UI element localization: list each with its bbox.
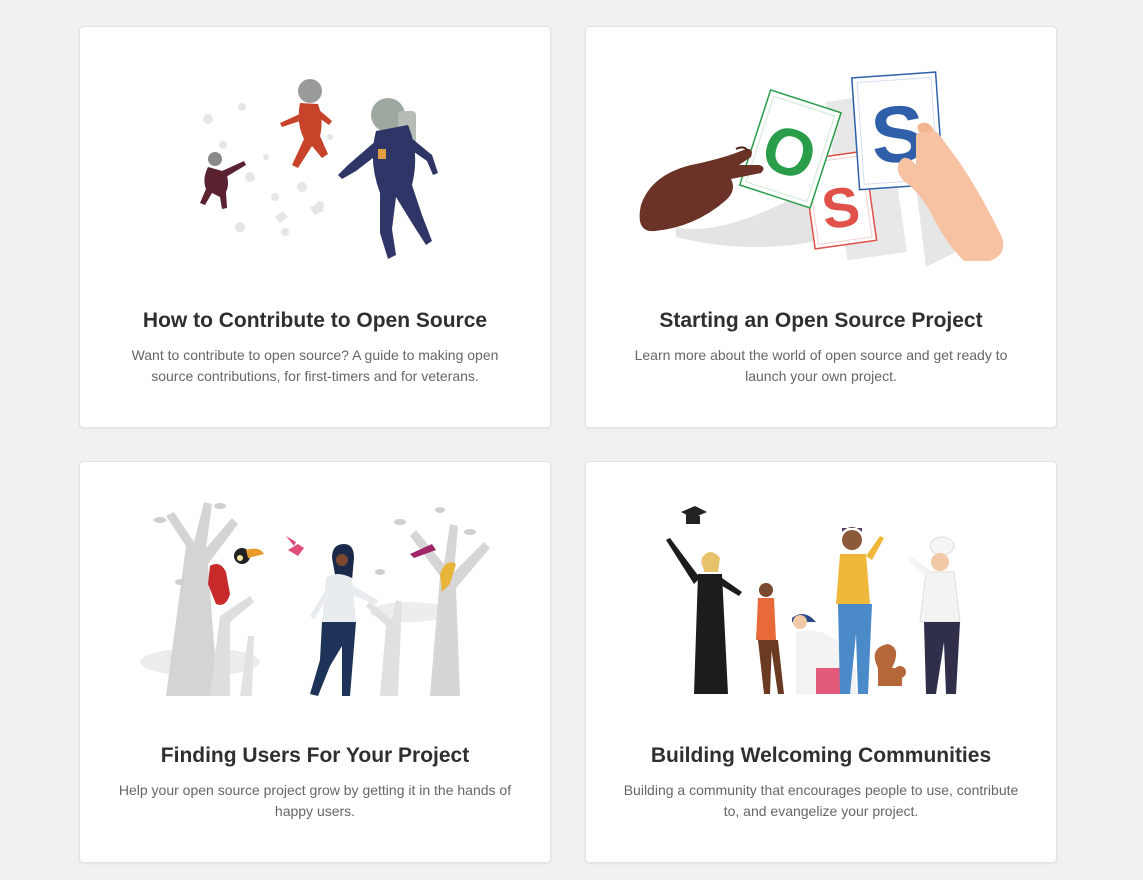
oss-letter-cards-illustration: S O S [586,27,1056,277]
card-description: Want to contribute to open source? A gui… [131,347,499,384]
card-title[interactable]: Finding Users For Your Project [80,744,550,768]
guides-grid: How to Contribute to Open Source Want to… [0,0,1143,880]
forest-birds-illustration [80,462,550,712]
diverse-people-celebrating-illustration [586,462,1056,712]
card-description: Learn more about the world of open sourc… [634,347,1008,384]
guide-card-contribute[interactable]: How to Contribute to Open Source Want to… [79,26,551,428]
guide-card-welcoming-communities[interactable]: Building Welcoming Communities Building … [585,461,1057,863]
guide-card-starting[interactable]: S O S Starting an Open Source Project Le… [585,26,1057,428]
card-title[interactable]: Starting an Open Source Project [586,309,1056,333]
card-title[interactable]: How to Contribute to Open Source [80,309,550,333]
astronauts-floating-illustration [80,27,550,277]
card-description: Building a community that encourages peo… [623,782,1019,819]
card-title[interactable]: Building Welcoming Communities [586,744,1056,768]
guide-card-finding-users[interactable]: Finding Users For Your Project Help your… [79,461,551,863]
card-description: Help your open source project grow by ge… [118,782,512,819]
